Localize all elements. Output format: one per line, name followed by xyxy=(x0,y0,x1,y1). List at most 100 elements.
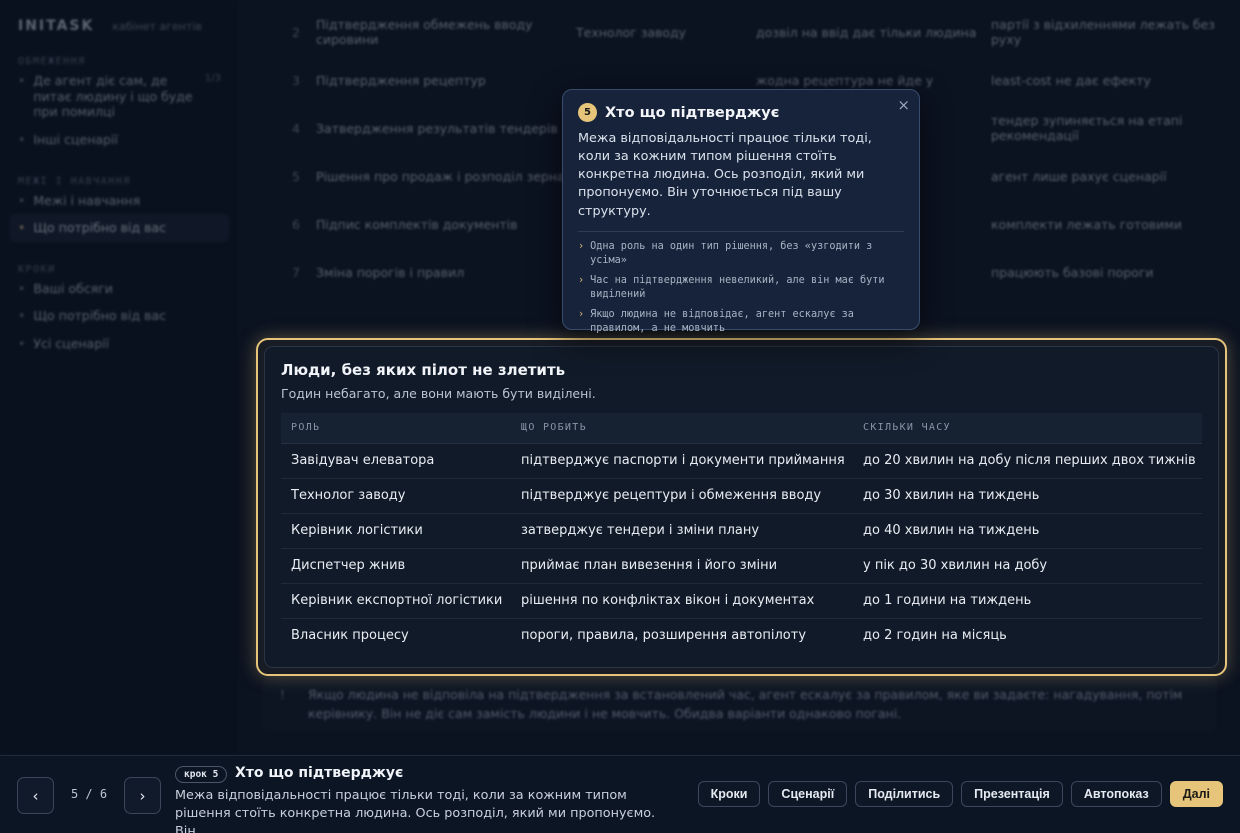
background-cell: Зміна порогів і правил xyxy=(316,264,465,280)
roles-card-inner: Люди, без яких пілот не злетить Годин не… xyxy=(264,346,1219,668)
sidebar-item[interactable]: • Інші сценарії xyxy=(10,126,229,154)
step-number-badge: 5 xyxy=(578,103,597,122)
chevron-left-icon: ‹ xyxy=(32,786,39,805)
card-subtitle: Годин небагато, але вони мають бути виді… xyxy=(281,386,596,401)
background-cell: least-cost не дає ефекту xyxy=(991,72,1151,88)
roles-table-body: Завідувач елеватора підтверджує паспорти … xyxy=(281,443,1202,653)
bullet-icon: • xyxy=(18,192,26,208)
sidebar-item-label: Що потрібно від вас xyxy=(33,308,167,324)
table-cell: до 1 години на тиждень xyxy=(853,583,1202,619)
table-cell: Керівник експортної логістики xyxy=(281,583,511,619)
table-row: Власник процесу пороги, правила, розширен… xyxy=(281,618,1202,653)
close-icon[interactable]: × xyxy=(897,96,910,114)
sidebar-item-label: Усі сценарії xyxy=(33,336,110,351)
table-cell: Технолог заводу xyxy=(281,478,511,514)
sidebar-item-label: Інші сценарії xyxy=(33,131,118,147)
table-cell: приймає план вивезення і його зміни xyxy=(511,548,853,584)
sidebar-item-label: Де агент діє сам, де питає людину і що б… xyxy=(33,73,193,120)
table-cell: Керівник логістики xyxy=(281,513,511,549)
table-cell: рішення по конфліктах вікон і документах xyxy=(511,583,853,619)
popover-title: Хто що підтверджує xyxy=(605,104,780,121)
table-row: Технолог заводу підтверджує рецептури і о… xyxy=(281,478,1202,514)
scenarios-button[interactable]: Сценарії xyxy=(768,781,848,807)
background-cell: 3 xyxy=(292,72,300,88)
chevron-right-icon: › xyxy=(578,309,585,321)
sidebar: INITASK кабінет агентів ОБМЕЖЕННЯ • Де аге… xyxy=(0,0,240,755)
table-row: Керівник логістики затверджує тендери і з… xyxy=(281,513,1202,549)
sidebar-item[interactable]: • Що потрібно від вас xyxy=(10,302,229,330)
background-cell: працюють базові пороги xyxy=(991,264,1154,280)
prev-step-button[interactable]: ‹ xyxy=(17,777,54,814)
action-buttons: Кроки Сценарії Поділитись Презентація Ав… xyxy=(697,781,1223,807)
share-button[interactable]: Поділитись xyxy=(855,781,954,807)
brand: INITASK кабінет агентів xyxy=(10,18,229,34)
popover-bullet: › Одна роль на один тип рішення, без «узг… xyxy=(578,240,904,268)
table-cell: Власник процесу xyxy=(291,628,409,644)
sidebar-item-label: Що потрібно від вас xyxy=(33,220,167,236)
table-cell: Диспетчер жнив xyxy=(281,548,511,584)
popover-bullet-text: Якщо людина не відповідає, агент ескалує… xyxy=(590,309,854,335)
sidebar-section-title: КРОКИ xyxy=(18,263,56,275)
col-what: ЩО РОБИТЬ xyxy=(511,413,853,444)
table-cell: затверджує тендери і зміни плану xyxy=(511,513,853,549)
presentation-button[interactable]: Презентація xyxy=(961,781,1063,807)
sidebar-item[interactable]: • Межі і навчання xyxy=(10,187,229,215)
table-row: Диспетчер жнив приймає план вивезення і й… xyxy=(281,548,1202,584)
popover-bullet: › Час на підтвердження невеликий, але він… xyxy=(578,274,904,302)
table-cell: до 2 годин на місяць xyxy=(863,628,1007,644)
sidebar-section-title: ОБМЕЖЕННЯ xyxy=(18,56,86,67)
background-cell: Підтвердження обмежень вводу сировини xyxy=(316,17,533,47)
chevron-right-icon: › xyxy=(578,274,585,286)
popover-body: Межа відповідальності працює тільки тоді… xyxy=(578,131,872,219)
bullet-icon: • xyxy=(18,308,26,324)
background-cell: Технолог заводу xyxy=(576,24,687,40)
bottom-step-title: Хто що підтверджує xyxy=(235,765,404,781)
table-cell: до 40 хвилин на тиждень xyxy=(853,513,1202,549)
bottom-step-description: Межа відповідальності працює тільки тоді… xyxy=(175,788,656,833)
steps-button[interactable]: Кроки xyxy=(697,781,761,807)
background-cell: 7 xyxy=(292,264,300,280)
sidebar-item[interactable]: • Ваші обсяги xyxy=(10,275,229,303)
note-text: Якщо людина не відповіла на підтвердженн… xyxy=(308,687,1183,721)
step-popover: 5 Хто що підтверджує × Межа відповідальн… xyxy=(562,89,920,334)
sidebar-item-count: 1/3 xyxy=(204,73,221,84)
background-cell: 4 xyxy=(292,120,300,136)
popover-header: 5 Хто що підтверджує xyxy=(578,103,904,122)
sidebar-item[interactable]: • Усі сценарії xyxy=(10,330,229,358)
sidebar-item-label: Межі і навчання xyxy=(33,192,141,208)
autoplay-button[interactable]: Автопоказ xyxy=(1070,781,1162,807)
background-cell: Підпис комплектів документів xyxy=(316,216,518,232)
background-cell: комплекти лежать готовими xyxy=(991,216,1182,232)
card-title: Люди, без яких пілот не злетить xyxy=(281,361,566,379)
table-cell: Завідувач елеватора xyxy=(281,443,511,479)
background-cell: тендер зупиняється на етапі рекомендації xyxy=(991,113,1183,143)
brand-subtitle: кабінет агентів xyxy=(112,20,202,33)
sidebar-item[interactable]: • Що потрібно від вас xyxy=(10,214,229,242)
sidebar-sections: ОБМЕЖЕННЯ • Де агент діє сам, де питає люд… xyxy=(10,56,229,358)
escalation-note: ! Якщо людина не відповіла на підтвердже… xyxy=(262,676,1217,732)
table-cell: підтверджує паспорти і документи прийман… xyxy=(511,443,853,479)
sidebar-section-title: МЕЖІ І НАВЧАННЯ xyxy=(18,175,131,187)
background-table-row: 2 Підтвердження обмежень вводу сировини Те… xyxy=(276,8,1216,56)
background-cell: жодна рецептура не йде у xyxy=(756,72,934,88)
next-step-button[interactable]: › xyxy=(124,777,161,814)
bullet-icon: • xyxy=(18,280,26,296)
sidebar-item[interactable]: • Де агент діє сам, де питає людину і що … xyxy=(10,67,229,126)
table-row: Керівник експортної логістики рішення по … xyxy=(281,583,1202,619)
background-cell: 6 xyxy=(292,216,300,232)
bullet-icon: • xyxy=(18,220,26,236)
table-cell: у пік до 30 хвилин на добу xyxy=(853,548,1202,584)
roles-card: Люди, без яких пілот не злетить Годин не… xyxy=(256,338,1227,676)
popover-bullet-text: Час на підтвердження невеликий, але він … xyxy=(590,274,885,301)
background-cell: дозвіл на ввід дає тільки людина xyxy=(756,24,977,40)
popover-bullets: › Одна роль на один тип рішення, без «узг… xyxy=(578,240,904,336)
chevron-right-icon: › xyxy=(139,786,146,805)
col-time: СКІЛЬКИ ЧАСУ xyxy=(853,413,1202,444)
background-cell: Підтвердження рецептур xyxy=(316,72,486,88)
background-cell: Рішення про продаж і розподіл зерна xyxy=(316,168,565,184)
table-cell: до 20 хвилин на добу після перших двох т… xyxy=(853,443,1202,479)
next-button[interactable]: Далі xyxy=(1169,781,1223,807)
background-cell: Затвердження результатів тендерів xyxy=(316,120,558,136)
background-cell: агент лише рахує сценарії xyxy=(991,168,1167,184)
table-cell: пороги, правила, розширення автопілоту xyxy=(521,628,807,644)
